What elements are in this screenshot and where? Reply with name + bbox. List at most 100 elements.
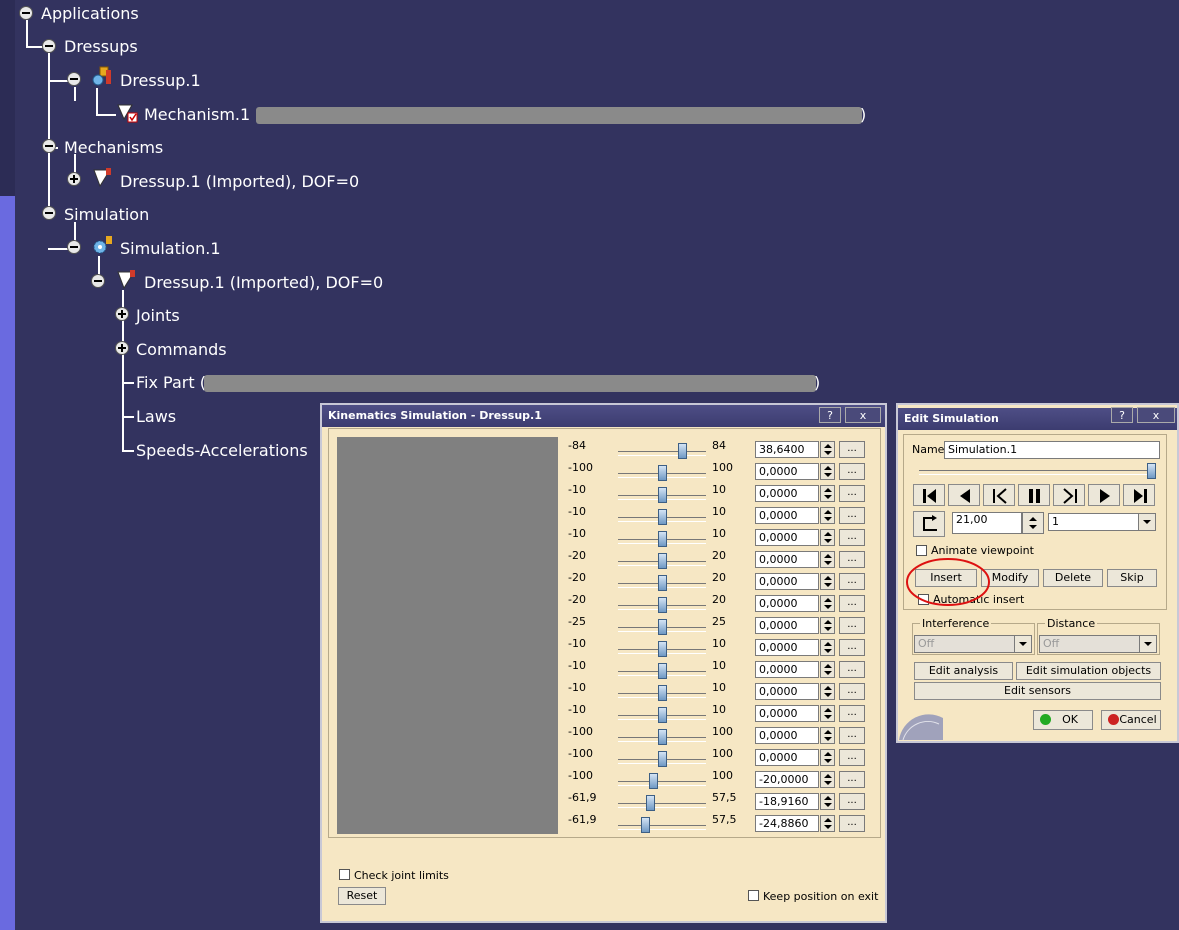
edit-sensors-button[interactable]: Edit sensors: [914, 682, 1161, 700]
command-value-spinner[interactable]: [820, 749, 835, 766]
command-more-button[interactable]: ...: [839, 705, 865, 722]
play-forward-button[interactable]: [1088, 484, 1120, 506]
collapse-applications-icon[interactable]: [19, 6, 33, 20]
command-value-spinner[interactable]: [820, 485, 835, 502]
command-value-input[interactable]: -24,8860: [755, 815, 819, 832]
command-value-input[interactable]: 0,0000: [755, 617, 819, 634]
kinematics-dialog-title[interactable]: Kinematics Simulation - Dressup.1: [322, 405, 885, 427]
edit-simulation-objects-button[interactable]: Edit simulation objects: [1016, 662, 1161, 680]
command-more-button[interactable]: ...: [839, 595, 865, 612]
tree-node-mechanisms[interactable]: Mechanisms: [64, 138, 163, 158]
command-value-input[interactable]: -18,9160: [755, 793, 819, 810]
collapse-dressups-icon[interactable]: [42, 39, 56, 53]
command-value-input[interactable]: 0,0000: [755, 683, 819, 700]
command-more-button[interactable]: ...: [839, 463, 865, 480]
command-more-button[interactable]: ...: [839, 771, 865, 788]
expand-commands-icon[interactable]: [115, 341, 129, 355]
command-slider-thumb[interactable]: [658, 751, 667, 767]
command-slider-thumb[interactable]: [658, 487, 667, 503]
command-slider-thumb[interactable]: [649, 773, 658, 789]
command-more-button[interactable]: ...: [839, 485, 865, 502]
jump-to-start-button[interactable]: [913, 484, 945, 506]
command-slider-thumb[interactable]: [646, 795, 655, 811]
command-slider-thumb[interactable]: [658, 641, 667, 657]
command-value-spinner[interactable]: [820, 661, 835, 678]
interference-combo[interactable]: Off: [914, 635, 1032, 653]
command-value-input[interactable]: 0,0000: [755, 749, 819, 766]
command-value-input[interactable]: 0,0000: [755, 595, 819, 612]
tree-node-dressups[interactable]: Dressups: [64, 37, 138, 57]
command-more-button[interactable]: ...: [839, 617, 865, 634]
command-slider-thumb[interactable]: [678, 443, 687, 459]
tree-node-mechanism1[interactable]: Mechanism.1 (: [144, 105, 262, 125]
tree-node-fix-part[interactable]: Fix Part (: [136, 373, 206, 393]
collapse-sim-dressup-icon[interactable]: [91, 274, 105, 288]
loop-mode-button[interactable]: [913, 511, 945, 537]
command-value-input[interactable]: 0,0000: [755, 573, 819, 590]
command-slider-thumb[interactable]: [658, 729, 667, 745]
command-value-spinner[interactable]: [820, 507, 835, 524]
command-more-button[interactable]: ...: [839, 727, 865, 744]
command-value-input[interactable]: 0,0000: [755, 639, 819, 656]
speed-combo[interactable]: 1: [1048, 513, 1156, 531]
tree-node-laws[interactable]: Laws: [136, 407, 176, 427]
help-button[interactable]: ?: [1111, 407, 1133, 423]
tree-node-dressup-imported[interactable]: Dressup.1 (Imported), DOF=0: [120, 172, 359, 192]
command-slider-thumb[interactable]: [658, 619, 667, 635]
command-value-spinner[interactable]: [820, 551, 835, 568]
command-value-input[interactable]: 0,0000: [755, 727, 819, 744]
simulation-slider[interactable]: [913, 462, 1160, 480]
command-value-input[interactable]: 0,0000: [755, 507, 819, 524]
command-value-spinner[interactable]: [820, 683, 835, 700]
ok-button[interactable]: OK: [1033, 710, 1093, 730]
tree-node-simulation[interactable]: Simulation: [64, 205, 149, 225]
command-slider-thumb[interactable]: [641, 817, 650, 833]
command-slider-thumb[interactable]: [658, 575, 667, 591]
command-value-input[interactable]: 0,0000: [755, 551, 819, 568]
command-slider-thumb[interactable]: [658, 707, 667, 723]
cancel-button[interactable]: Cancel: [1101, 710, 1161, 730]
command-value-input[interactable]: 0,0000: [755, 705, 819, 722]
skip-button[interactable]: Skip: [1107, 569, 1157, 587]
command-slider-thumb[interactable]: [658, 553, 667, 569]
command-value-spinner[interactable]: [820, 441, 835, 458]
command-value-spinner[interactable]: [820, 573, 835, 590]
command-more-button[interactable]: ...: [839, 507, 865, 524]
command-more-button[interactable]: ...: [839, 529, 865, 546]
edit-analysis-button[interactable]: Edit analysis: [914, 662, 1013, 680]
tree-node-speeds-accelerations[interactable]: Speeds-Accelerations: [136, 441, 308, 461]
command-value-spinner[interactable]: [820, 529, 835, 546]
command-value-input[interactable]: -20,0000: [755, 771, 819, 788]
command-value-input[interactable]: 0,0000: [755, 485, 819, 502]
command-more-button[interactable]: ...: [839, 639, 865, 656]
command-value-spinner[interactable]: [820, 793, 835, 810]
command-value-input[interactable]: 0,0000: [755, 529, 819, 546]
time-step-input[interactable]: 21,00: [952, 512, 1022, 534]
command-more-button[interactable]: ...: [839, 749, 865, 766]
help-button[interactable]: ?: [819, 407, 841, 423]
step-forward-button[interactable]: [1053, 484, 1085, 506]
simulation-name-input[interactable]: Simulation.1: [944, 441, 1160, 459]
command-more-button[interactable]: ...: [839, 441, 865, 458]
tree-node-commands[interactable]: Commands: [136, 340, 227, 360]
command-slider-track[interactable]: [618, 825, 706, 830]
command-value-spinner[interactable]: [820, 705, 835, 722]
command-value-spinner[interactable]: [820, 595, 835, 612]
tree-node-joints[interactable]: Joints: [136, 306, 180, 326]
command-slider-thumb[interactable]: [658, 509, 667, 525]
collapse-dressup1-icon[interactable]: [67, 72, 81, 86]
command-more-button[interactable]: ...: [839, 793, 865, 810]
command-value-input[interactable]: 38,6400: [755, 441, 819, 458]
command-slider-thumb[interactable]: [658, 597, 667, 613]
command-more-button[interactable]: ...: [839, 573, 865, 590]
command-value-spinner[interactable]: [820, 815, 835, 832]
close-button[interactable]: x: [845, 407, 881, 423]
jump-to-end-button[interactable]: [1123, 484, 1155, 506]
command-more-button[interactable]: ...: [839, 815, 865, 832]
command-value-spinner[interactable]: [820, 617, 835, 634]
command-slider-thumb[interactable]: [658, 685, 667, 701]
slider-thumb[interactable]: [1147, 463, 1156, 479]
collapse-simulation-icon[interactable]: [42, 206, 56, 220]
command-slider-track[interactable]: [618, 781, 706, 786]
command-value-spinner[interactable]: [820, 463, 835, 480]
